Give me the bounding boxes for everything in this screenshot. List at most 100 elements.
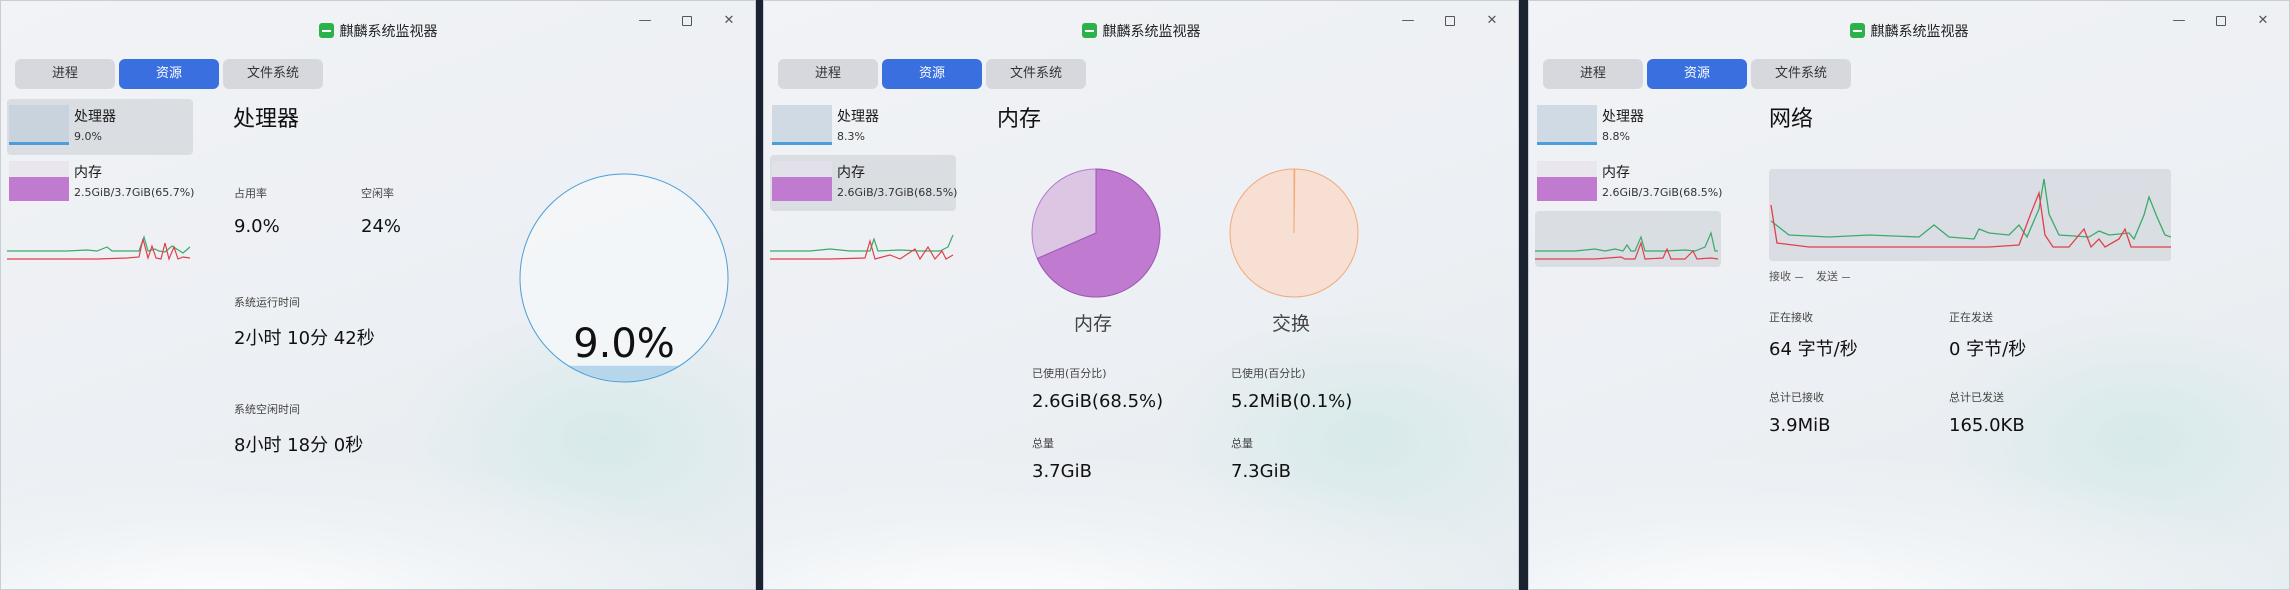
tab-processes[interactable]: 进程 (15, 59, 115, 89)
resource-sidebar: 处理器 8.8% 内存 2.6GiB/3.7GiB(68.5%) (1535, 99, 1723, 267)
tab-bar: 进程 资源 文件系统 (15, 59, 323, 89)
close-button[interactable]: ✕ (1482, 11, 1502, 31)
recv-line (770, 234, 954, 252)
monitor-window-memory: 麒麟系统监视器 — ✕ 进程 资源 文件系统 处理器 8.3% 内存 2.6Gi… (763, 0, 1519, 590)
tab-bar: 进程 资源 文件系统 (778, 59, 1086, 89)
sidebar-item-label: 处理器 (837, 109, 879, 125)
recv-total-label: 总计已接收 (1769, 391, 1824, 404)
recv-legend-label: 接收 (1769, 270, 1791, 283)
memory-thumbnail (9, 161, 69, 201)
send-legend-label: 发送 (1816, 270, 1838, 283)
send-line (770, 238, 954, 261)
minimize-button[interactable]: — (2169, 11, 2189, 31)
tab-resources[interactable]: 资源 (119, 59, 219, 89)
sidebar-item-memory[interactable]: 内存 2.6GiB/3.7GiB(68.5%) (770, 155, 958, 211)
maximize-icon (2216, 15, 2226, 26)
resource-sidebar: 处理器 9.0% 内存 2.5GiB/3.7GiB(65.7%) (7, 99, 195, 267)
maximize-button[interactable] (1440, 11, 1460, 31)
network-graph (1769, 169, 2171, 261)
sidebar-item-memory[interactable]: 内存 2.5GiB/3.7GiB(65.7%) (7, 155, 195, 211)
send-legend-swatch (1841, 276, 1850, 278)
tab-filesystem[interactable]: 文件系统 (1751, 59, 1851, 89)
sidebar-item-value: 8.3% (837, 130, 865, 143)
cpu-gauge: 9.0% (519, 173, 729, 383)
swap-used-value: 5.2MiB(0.1%) (1231, 391, 1353, 412)
monitor-window-cpu: 麒麟系统监视器 — ✕ 进程 资源 文件系统 处理器 9.0% 内存 2.5Gi… (0, 0, 756, 590)
uptime-label: 系统运行时间 (234, 296, 300, 309)
maximize-button[interactable] (2211, 11, 2231, 31)
app-logo-icon (1849, 23, 1865, 38)
cpu-thumbnail (772, 105, 832, 145)
swap-pie-label: 交换 (1272, 313, 1311, 335)
sidebar-item-value: 2.6GiB/3.7GiB(68.5%) (837, 186, 958, 199)
sidebar-item-label: 内存 (837, 165, 865, 181)
resource-sidebar: 处理器 8.3% 内存 2.6GiB/3.7GiB(68.5%) (770, 99, 958, 267)
titlebar[interactable]: 麒麟系统监视器 — ✕ (764, 1, 1518, 45)
memory-thumbnail (1537, 161, 1597, 201)
page-title: 处理器 (233, 107, 300, 132)
sidebar-item-network[interactable] (1535, 211, 1721, 267)
swap-total-label: 总量 (1231, 437, 1253, 450)
close-button[interactable]: ✕ (719, 11, 739, 31)
page-title: 内存 (997, 107, 1042, 132)
recv-legend-swatch (1794, 276, 1803, 278)
titlebar[interactable]: 麒麟系统监视器 — ✕ (1, 1, 755, 45)
titlebar[interactable]: 麒麟系统监视器 — ✕ (1529, 1, 2289, 45)
usage-label: 占用率 (234, 187, 267, 200)
send-total-value: 165.0KB (1949, 415, 2025, 436)
maximize-icon (682, 15, 692, 26)
sidebar-item-value: 9.0% (74, 130, 102, 143)
recv-rate-value: 64 字节/秒 (1769, 339, 1858, 360)
recv-line (1535, 231, 1718, 252)
cpu-thumbnail (1537, 105, 1597, 145)
sidebar-item-label: 内存 (1602, 165, 1630, 181)
sidebar-item-network[interactable] (770, 211, 956, 267)
sidebar-item-value: 2.5GiB/3.7GiB(65.7%) (74, 186, 195, 199)
app-title: 麒麟系统监视器 (339, 24, 438, 40)
sidebar-item-cpu[interactable]: 处理器 8.3% (770, 99, 956, 155)
sidebar-item-network[interactable] (7, 211, 193, 267)
tab-filesystem[interactable]: 文件系统 (223, 59, 323, 89)
memory-pie-label: 内存 (1074, 313, 1113, 335)
memory-used-label: 已使用(百分比) (1032, 367, 1107, 380)
idle-label: 空闲率 (361, 187, 394, 200)
tab-filesystem[interactable]: 文件系统 (986, 59, 1086, 89)
app-title: 麒麟系统监视器 (1870, 24, 1969, 40)
memory-total-label: 总量 (1032, 437, 1054, 450)
tab-resources[interactable]: 资源 (882, 59, 982, 89)
send-rate-label: 正在发送 (1949, 311, 1993, 324)
network-mini-graph (770, 234, 954, 261)
network-mini-graph (1535, 231, 1719, 260)
sidebar-item-label: 处理器 (1602, 109, 1644, 125)
minimize-button[interactable]: — (1398, 11, 1418, 31)
sidebar-item-cpu[interactable]: 处理器 8.8% (1535, 99, 1721, 155)
sidebar-item-memory[interactable]: 内存 2.6GiB/3.7GiB(68.5%) (1535, 155, 1723, 211)
swap-pie (1229, 168, 1359, 298)
app-logo-icon (1081, 23, 1097, 38)
send-rate-value: 0 字节/秒 (1949, 339, 2027, 360)
memory-used-value: 2.6GiB(68.5%) (1032, 391, 1164, 412)
tab-processes[interactable]: 进程 (1543, 59, 1643, 89)
sidebar-item-value: 2.6GiB/3.7GiB(68.5%) (1602, 186, 1723, 199)
maximize-icon (1445, 15, 1455, 26)
tab-resources[interactable]: 资源 (1647, 59, 1747, 89)
app-logo-icon (318, 23, 334, 38)
memory-thumbnail (772, 161, 832, 201)
app-title: 麒麟系统监视器 (1102, 24, 1201, 40)
sidebar-item-value: 8.8% (1602, 130, 1630, 143)
uptime-value: 2小时 10分 42秒 (234, 328, 375, 349)
close-button[interactable]: ✕ (2253, 11, 2273, 31)
recv-total-value: 3.9MiB (1769, 415, 1831, 436)
sidebar-item-label: 内存 (74, 165, 102, 181)
memory-pie (1031, 168, 1161, 298)
send-line (7, 238, 191, 261)
minimize-button[interactable]: — (635, 11, 655, 31)
sidebar-item-label: 处理器 (74, 109, 116, 125)
network-mini-graph (7, 235, 191, 261)
sidebar-item-cpu[interactable]: 处理器 9.0% (7, 99, 193, 155)
idletime-value: 8小时 18分 0秒 (234, 435, 364, 456)
tab-processes[interactable]: 进程 (778, 59, 878, 89)
page-title: 网络 (1769, 107, 1814, 132)
cpu-thumbnail (9, 105, 69, 145)
maximize-button[interactable] (677, 11, 697, 31)
